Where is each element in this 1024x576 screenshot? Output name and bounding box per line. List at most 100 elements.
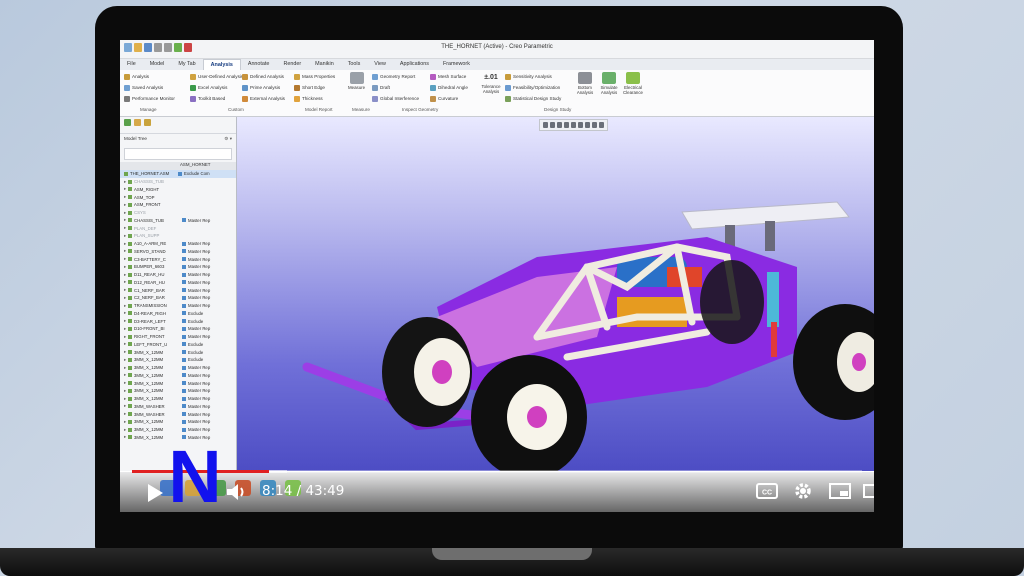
tree-row[interactable]: ▸ PLAN_SUPP [120, 232, 236, 240]
prime-analysis-button[interactable]: Prime Analysis [242, 83, 285, 92]
tree-row[interactable]: ▸ SERVO_STAND Master Rep [120, 248, 236, 256]
theater-mode-icon[interactable] [863, 481, 874, 501]
tree-row[interactable]: ▸ D12_REAR_HU Master Rep [120, 279, 236, 287]
simulate-analysis-button[interactable]: Simulate Analysis [598, 72, 620, 95]
tree-row[interactable]: ▸ D10-FRONT_BI Master Rep [120, 325, 236, 333]
tree-row[interactable]: ▸ 3MM_X_12MM Master Rep [120, 395, 236, 403]
dihedral-angle-label: Dihedral Angle [438, 85, 468, 90]
tree-root[interactable]: THE_HORNET.ASM Exclude Com [120, 170, 236, 178]
performance-monitor-button[interactable]: Performance Monitor [124, 94, 175, 103]
tree-row[interactable]: ▸ RIGHT_FRONT Master Rep [120, 333, 236, 341]
tree-row[interactable]: ▸ TRANSMISSION Master Rep [120, 302, 236, 310]
group-design-study[interactable]: Design Study [544, 107, 571, 112]
tree-row[interactable]: ▸ CHASSIS_TUB [120, 178, 236, 186]
favorites-tab-icon[interactable] [144, 119, 151, 126]
analysis-button[interactable]: Analysis [124, 72, 175, 81]
external-analysis-button[interactable]: External Analysis [242, 94, 285, 103]
subtitles-icon[interactable]: CC [756, 481, 778, 501]
graphics-viewport[interactable] [237, 117, 874, 471]
tree-row[interactable]: ▸ PLAN_DEF [120, 224, 236, 232]
tree-row[interactable]: ▸ 3MM_X_12MM Master Rep [120, 426, 236, 434]
statistical-design-button[interactable]: Statistical Design Study [505, 94, 561, 103]
tab-manikin[interactable]: Manikin [308, 59, 341, 70]
volume-icon[interactable] [226, 482, 248, 502]
mass-properties-button[interactable]: Mass Properties [294, 72, 335, 81]
user-defined-analysis-button[interactable]: User-Defined Analysis [190, 72, 243, 81]
tab-render[interactable]: Render [276, 59, 308, 70]
short-edge-button[interactable]: Short Edge [294, 83, 335, 92]
tree-tab-icon[interactable] [124, 119, 131, 126]
tab-applications[interactable]: Applications [393, 59, 436, 70]
geometry-report-button[interactable]: Geometry Report [372, 72, 419, 81]
measure-button[interactable]: Measure [348, 72, 365, 90]
group-measure[interactable]: Measure [352, 107, 370, 112]
tab-my-tab[interactable]: My Tab [171, 59, 202, 70]
tree-row[interactable]: ▸ 3MM_WASHER Master Rep [120, 403, 236, 411]
feasibility-button[interactable]: Feasibility/Optimization [505, 83, 561, 92]
group-custom[interactable]: Custom [228, 107, 244, 112]
tree-row[interactable]: ▸ LEFT_FRONT_U Exclude [120, 341, 236, 349]
tree-row[interactable]: ▸ ASM_FRONT [120, 201, 236, 209]
bottom-analysis-label: Bottom Analysis [576, 85, 594, 95]
tree-row[interactable]: ▸ C3-BATTERY_C Master Rep [120, 255, 236, 263]
tree-row[interactable]: ▸ A10_A-ARM_RE Master Rep [120, 240, 236, 248]
miniplayer-icon[interactable] [829, 481, 851, 501]
tree-row[interactable]: ▸ 3MM_X_12MM Master Rep [120, 364, 236, 372]
progress-bar[interactable] [132, 470, 862, 473]
tree-row[interactable]: ▸ ASM_RIGHT [120, 186, 236, 194]
tree-row[interactable]: ▸ C1_NERF_BAR Master Rep [120, 286, 236, 294]
tree-row-rep: Master Rep [188, 365, 211, 371]
sensitivity-label: Sensitivity Analysis [513, 74, 552, 79]
tab-view[interactable]: View [367, 59, 393, 70]
part-icon [128, 381, 132, 386]
mass-icon [294, 73, 300, 80]
tolerance-analysis-button[interactable]: ±.01 Tolerance Analysis [478, 72, 504, 94]
tree-row[interactable]: ▸ 3MM_WASHER Master Rep [120, 410, 236, 418]
tree-row[interactable]: ▸ 3MM_X_12MM Exclude [120, 348, 236, 356]
tree-row[interactable]: ▸ D3-REAR_LEFT Exclude [120, 317, 236, 325]
tree-row-name: D4-REAR_RIGH [134, 310, 166, 316]
global-interference-button[interactable]: Global Interference [372, 94, 419, 103]
defined-analysis-button[interactable]: Defined Analysis [242, 72, 285, 81]
draft-button[interactable]: Draft [372, 83, 419, 92]
tree-row[interactable]: ▸ BUMPER_6603 Master Rep [120, 263, 236, 271]
tree-row-name: 3MM_X_12MM [134, 349, 164, 355]
clearance-icon [626, 72, 640, 84]
tree-row[interactable]: ▸ 3MM_X_12MM Master Rep [120, 387, 236, 395]
tree-row[interactable]: ▸ 3MM_X_12MM Exclude [120, 356, 236, 364]
tree-row[interactable]: ▸ D4-REAR_RIGH Exclude [120, 310, 236, 318]
tree-row[interactable]: ▸ C2_NERF_BAR Master Rep [120, 294, 236, 302]
group-inspect-geometry[interactable]: Inspect Geometry [402, 107, 438, 112]
sensitivity-analysis-button[interactable]: Sensitivity Analysis [505, 72, 561, 81]
tab-annotate[interactable]: Annotate [241, 59, 277, 70]
video-screen[interactable]: THE_HORNET (Active) - Creo Parametric Fi… [120, 40, 874, 512]
play-button[interactable] [148, 484, 163, 502]
electrical-clearance-button[interactable]: Electrical Clearance [620, 72, 646, 95]
tree-settings-icon[interactable]: ⚙ ▾ [224, 136, 232, 146]
saved-analysis-button[interactable]: Saved Analysis [124, 83, 175, 92]
curvature-button[interactable]: Curvature [430, 94, 468, 103]
tree-row[interactable]: ▸ CHASSIS_TUB Master Rep [120, 217, 236, 225]
group-manage[interactable]: Manage [140, 107, 157, 112]
folder-tab-icon[interactable] [134, 119, 141, 126]
bottom-analysis-button[interactable]: Bottom Analysis [574, 72, 596, 95]
mesh-surface-button[interactable]: Mesh Surface [430, 72, 468, 81]
tab-file[interactable]: File [120, 59, 143, 70]
tab-model[interactable]: Model [143, 59, 172, 70]
group-model-report[interactable]: Model Report [305, 107, 333, 112]
tree-row[interactable]: ▸ 3MM_X_12MM Master Rep [120, 418, 236, 426]
tree-row[interactable]: ▸ D11_REAR_HU Master Rep [120, 271, 236, 279]
settings-gear-icon[interactable] [793, 481, 813, 501]
tree-row[interactable]: ▸ 3MM_X_12MM Master Rep [120, 379, 236, 387]
tree-row[interactable]: ▸ ASM_TOP [120, 193, 236, 201]
tree-row[interactable]: ▸ 3MM_X_12MM Master Rep [120, 372, 236, 380]
tab-tools[interactable]: Tools [341, 59, 368, 70]
ruler-icon [349, 72, 364, 84]
toolkit-based-button[interactable]: Toolkit Based [190, 94, 243, 103]
tab-framework[interactable]: Framework [436, 59, 477, 70]
tree-filter-input[interactable] [124, 148, 232, 160]
tree-row[interactable]: ▸ CSYS [120, 209, 236, 217]
excel-analysis-button[interactable]: Excel Analysis [190, 83, 243, 92]
thickness-button[interactable]: Thickness [294, 94, 335, 103]
dihedral-angle-button[interactable]: Dihedral Angle [430, 83, 468, 92]
